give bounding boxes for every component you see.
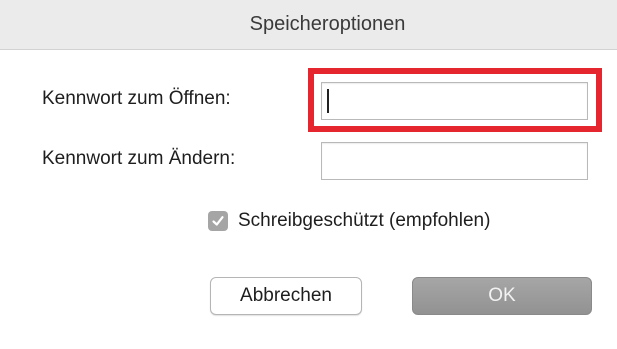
text-cursor — [327, 89, 329, 113]
readonly-option[interactable]: Schreibgeschützt (empfohlen) — [208, 207, 490, 235]
password-change-field[interactable] — [321, 142, 588, 180]
password-open-label: Kennwort zum Öffnen: — [42, 88, 231, 109]
cancel-button[interactable]: Abbrechen — [210, 277, 362, 315]
readonly-checkbox[interactable] — [208, 211, 228, 231]
password-change-label: Kennwort zum Ändern: — [42, 148, 236, 169]
ok-button[interactable]: OK — [412, 277, 592, 315]
checkmark-icon — [212, 216, 224, 226]
password-open-field[interactable] — [321, 82, 588, 120]
save-options-dialog: Speicheroptionen Kennwort zum Öffnen: Ke… — [0, 0, 617, 349]
readonly-label: Schreibgeschützt (empfohlen) — [238, 210, 491, 231]
dialog-titlebar: Speicheroptionen — [0, 0, 617, 50]
dialog-title: Speicheroptionen — [249, 13, 406, 35]
